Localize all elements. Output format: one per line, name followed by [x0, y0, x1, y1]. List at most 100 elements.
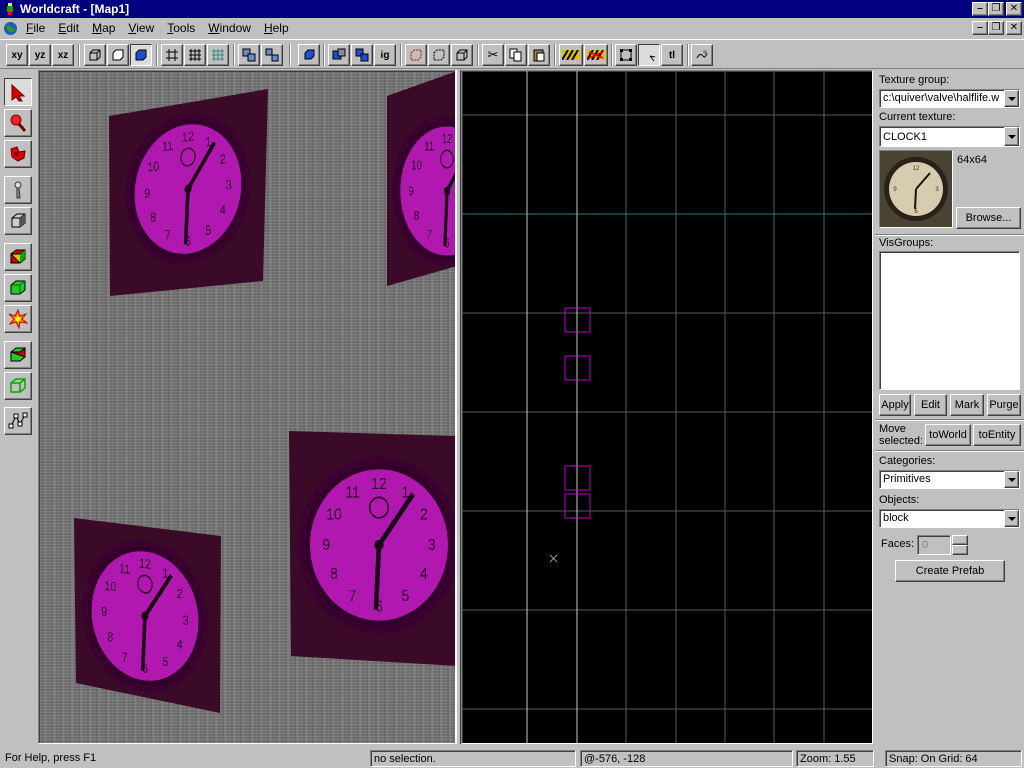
- categories-select[interactable]: Primitives: [879, 470, 1020, 489]
- selection-handles-button[interactable]: [615, 44, 637, 66]
- purge-label: Purge: [989, 399, 1019, 411]
- visgroup-apply-button[interactable]: Apply: [879, 394, 911, 416]
- visgroup-purge-button[interactable]: Purge: [987, 394, 1021, 416]
- textured-3d-button[interactable]: [130, 44, 152, 66]
- path-tool-button[interactable]: [4, 407, 32, 435]
- to-world-button[interactable]: toWorld: [925, 424, 971, 446]
- hazard-stripes-icon: [562, 50, 580, 60]
- browse-label: Browse...: [965, 212, 1012, 224]
- mark-label: Mark: [954, 399, 980, 411]
- menu-edit[interactable]: Edit: [58, 21, 79, 35]
- globe-icon[interactable]: [3, 21, 18, 36]
- camera-tool-button[interactable]: [4, 140, 32, 168]
- grid-2d: [462, 71, 872, 743]
- wireframe-3d-button[interactable]: [84, 44, 106, 66]
- texture-group-select[interactable]: c:\quiver\valve\halflife.w: [879, 89, 1020, 108]
- worldcraft-app-icon[interactable]: [3, 2, 17, 16]
- ungroup-button[interactable]: [261, 44, 283, 66]
- flat-3d-button[interactable]: [107, 44, 129, 66]
- cursor-icon: [649, 55, 656, 62]
- clipping-tool-button[interactable]: [4, 341, 32, 369]
- create-prefab-button[interactable]: Create Prefab: [895, 560, 1005, 582]
- cut-button[interactable]: ✂: [482, 44, 504, 66]
- run-map-icon: [696, 50, 708, 59]
- doc-restore-button[interactable]: ❐: [988, 21, 1004, 35]
- texture-lock-button[interactable]: [559, 44, 583, 66]
- minimize-button[interactable]: –: [972, 2, 988, 16]
- to-entity-button[interactable]: [298, 44, 320, 66]
- faces-value: 0: [922, 539, 929, 551]
- viewport-2d[interactable]: [461, 70, 873, 744]
- selection-tool-button[interactable]: [4, 78, 32, 106]
- texture-application-button[interactable]: [4, 243, 32, 271]
- decal-tool-button[interactable]: [4, 305, 32, 333]
- menu-map[interactable]: Map: [92, 21, 115, 35]
- visgroup-edit-button[interactable]: Edit: [914, 394, 947, 416]
- faces-down-button[interactable]: [952, 545, 968, 555]
- current-texture-label: Current texture:: [879, 111, 956, 123]
- menu-file[interactable]: File: [26, 21, 45, 35]
- ignore-groups-button[interactable]: ig: [374, 44, 396, 66]
- restore-button[interactable]: ❐: [988, 2, 1004, 16]
- apply-current-texture-button[interactable]: [4, 274, 32, 302]
- texture-lock-scale-button[interactable]: [584, 44, 608, 66]
- close-button[interactable]: ✕: [1006, 2, 1022, 16]
- status-help: For Help, press F1: [5, 752, 97, 764]
- visgroups-list[interactable]: [879, 251, 1020, 390]
- group-button[interactable]: [238, 44, 260, 66]
- doc-minimize-button[interactable]: –: [972, 21, 988, 35]
- chevron-down-icon[interactable]: [1004, 127, 1019, 146]
- menu-tools[interactable]: Tools: [167, 21, 195, 35]
- chevron-down-icon[interactable]: [1004, 90, 1019, 107]
- copy-button[interactable]: [505, 44, 527, 66]
- menu-view[interactable]: View: [128, 21, 154, 35]
- paste-button[interactable]: [528, 44, 550, 66]
- window-title: Worldcraft - [Map1]: [20, 2, 130, 16]
- hide-objects-button[interactable]: [328, 44, 350, 66]
- vertex-tool-button[interactable]: [4, 372, 32, 400]
- menu-help[interactable]: Help: [264, 21, 289, 35]
- to-entity-label: toEntity: [978, 429, 1016, 441]
- chevron-down-icon[interactable]: [1004, 510, 1019, 527]
- grid-larger-button[interactable]: [207, 44, 229, 66]
- hollow-button[interactable]: [428, 44, 450, 66]
- objects-select[interactable]: block: [879, 509, 1020, 528]
- view-xy-label: xy: [11, 49, 23, 61]
- faces-input[interactable]: 0: [917, 535, 951, 555]
- texture-lock-toggle-button[interactable]: tl: [661, 44, 683, 66]
- entity-tool-button[interactable]: [4, 176, 32, 204]
- view-yz-button[interactable]: yz: [29, 44, 51, 66]
- magnify-tool-button[interactable]: [4, 109, 32, 137]
- vertex-cube-icon: [10, 378, 26, 393]
- green-cube-icon: [10, 280, 26, 295]
- make-hollow-button[interactable]: [451, 44, 473, 66]
- ignore-groups-label: ig: [380, 49, 390, 61]
- show-objects-button[interactable]: [351, 44, 373, 66]
- grid-smaller-button[interactable]: [184, 44, 206, 66]
- select-by-center-button[interactable]: [638, 44, 660, 66]
- current-texture-select[interactable]: CLOCK1: [879, 126, 1020, 147]
- doc-close-button[interactable]: ✕: [1006, 21, 1022, 35]
- clock-decal-4: [74, 518, 221, 713]
- faces-up-button[interactable]: [952, 535, 968, 545]
- explosion-icon: [8, 309, 28, 329]
- block-tool-button[interactable]: [4, 207, 32, 235]
- status-zoom: Zoom: 1.55: [796, 750, 874, 767]
- cube-outline-icon: [456, 49, 468, 61]
- title-bar: Worldcraft - [Map1] – ❐ ✕: [0, 0, 1024, 18]
- view-xy-button[interactable]: xy: [6, 44, 28, 66]
- current-texture-value: CLOCK1: [883, 131, 928, 143]
- visgroup-mark-button[interactable]: Mark: [950, 394, 984, 416]
- browse-button[interactable]: Browse...: [956, 207, 1021, 229]
- menu-window[interactable]: Window: [208, 21, 251, 35]
- chevron-down-icon[interactable]: [1004, 471, 1019, 488]
- to-entity-panel-button[interactable]: toEntity: [973, 424, 1021, 446]
- viewport-3d[interactable]: 1212 345 678 91011: [38, 70, 456, 744]
- run-map-button[interactable]: [691, 44, 713, 66]
- view-xz-button[interactable]: xz: [52, 44, 74, 66]
- show-icon: [355, 48, 369, 62]
- carve-button[interactable]: [405, 44, 427, 66]
- grid-fine-icon: [189, 49, 201, 61]
- grid-toggle-button[interactable]: [161, 44, 183, 66]
- texture-preview: 12 3 6 9: [879, 150, 953, 228]
